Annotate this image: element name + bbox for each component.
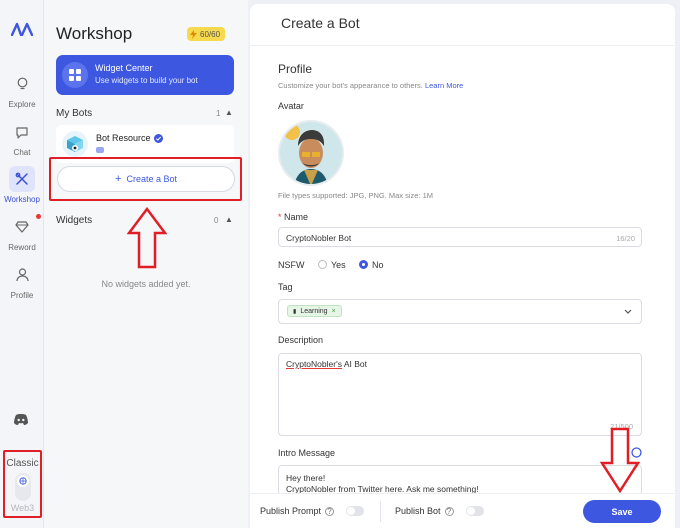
mode-classic-label[interactable]: Classic — [5, 458, 40, 469]
bulb-icon — [17, 77, 27, 90]
credit-count: 60/60 — [200, 29, 221, 39]
discord-icon[interactable] — [13, 413, 29, 427]
form-title: Create a Bot — [250, 4, 675, 46]
chevron-up-icon[interactable]: ▲ — [225, 215, 233, 224]
widget-grid-icon — [62, 62, 88, 88]
publish-prompt-toggle[interactable] — [346, 506, 365, 516]
bot-name: Bot Resource — [96, 133, 163, 143]
chevron-up-icon[interactable]: ▲ — [225, 108, 233, 117]
plus-icon: + — [115, 173, 122, 185]
avatar-hint: File types supported: JPG, PNG. Max size… — [278, 191, 434, 200]
name-input[interactable]: CryptoNobler Bot 16/20 — [278, 227, 642, 247]
create-bot-label: Create a Bot — [126, 174, 177, 184]
widgets-heading: Widgets — [56, 215, 93, 226]
nav-item-chat[interactable]: Chat — [0, 119, 44, 157]
nsfw-yes-label: Yes — [331, 260, 346, 270]
save-button[interactable]: Save — [583, 500, 661, 523]
widget-center-subtitle: Use widgets to build your bot — [95, 76, 198, 85]
description-textarea[interactable]: CryptoNobler's AI Bot 21/500 — [278, 353, 642, 436]
radio-on-icon — [359, 260, 368, 269]
mode-knob — [17, 475, 29, 487]
nav-item-explore[interactable]: Explore — [0, 71, 44, 109]
mode-switch-highlight: Classic Web3 — [3, 450, 42, 518]
intro-textarea[interactable]: Hey there! CryptoNobler from Twitter her… — [278, 465, 642, 495]
widget-center-title: Widget Center — [95, 63, 153, 73]
gem-icon — [15, 221, 29, 233]
nav-item-workshop[interactable]: Workshop — [0, 166, 44, 204]
widgets-count: 0 — [214, 216, 219, 225]
nav-label: Workshop — [4, 195, 40, 204]
description-link-text: CryptoNobler's — [286, 359, 342, 369]
nsfw-no-label: No — [372, 260, 384, 270]
divider — [380, 501, 381, 522]
person-icon — [15, 268, 29, 282]
publish-bot-label: Publish Bot — [395, 506, 441, 516]
bot-avatar — [62, 131, 88, 157]
panel-title: Workshop — [56, 24, 133, 43]
nsfw-label: NSFW — [278, 260, 305, 270]
credit-badge[interactable]: 60/60 — [187, 27, 226, 41]
nav-label: Profile — [10, 291, 34, 300]
notification-dot — [36, 214, 41, 219]
radio-off-icon — [318, 260, 327, 269]
bolt-icon — [190, 29, 197, 39]
tag-chip: ▮ Learning × — [287, 305, 342, 317]
intro-text: Hey there! CryptoNobler from Twitter her… — [286, 473, 479, 495]
nav-rail: Explore Chat Workshop Reword Profile Cla… — [0, 0, 44, 528]
arrow-down-annotation — [599, 427, 641, 494]
tools-icon — [15, 172, 28, 185]
mode-toggle[interactable] — [15, 473, 31, 501]
tag-chip-label: Learning — [300, 307, 328, 315]
profile-hint: Customize your bot's appearance to other… — [278, 81, 463, 90]
remove-tag-icon[interactable]: × — [332, 308, 336, 315]
bot-name-text: Bot Resource — [96, 133, 151, 143]
mode-web3-label[interactable]: Web3 — [5, 503, 40, 513]
help-icon[interactable]: ? — [444, 506, 454, 516]
tag-select[interactable]: ▮ Learning × — [278, 299, 642, 324]
learn-more-link[interactable]: Learn More — [425, 81, 463, 90]
profile-hint-text: Customize your bot's appearance to other… — [278, 81, 423, 90]
publish-prompt: Publish Prompt ? — [260, 506, 365, 516]
nav-item-profile[interactable]: Profile — [0, 262, 44, 300]
publish-bot-toggle[interactable] — [465, 506, 484, 516]
description-value: CryptoNobler's AI Bot — [286, 359, 367, 369]
name-input-value: CryptoNobler Bot — [286, 233, 352, 243]
arrow-up-annotation — [127, 207, 167, 269]
nav-label: Chat — [13, 148, 31, 157]
bot-tag-chip — [96, 147, 104, 153]
create-bot-button[interactable]: + Create a Bot — [57, 166, 235, 192]
avatar-label: Avatar — [278, 101, 304, 111]
nav-label: Explore — [8, 100, 36, 109]
intro-label: Intro Message — [278, 448, 336, 458]
description-rest-text: AI Bot — [341, 359, 367, 369]
create-bot-form: Create a Bot Profile Customize your bot'… — [250, 4, 675, 528]
name-counter: 16/20 — [616, 234, 635, 243]
help-icon[interactable]: ? — [325, 506, 335, 516]
description-label: Description — [278, 335, 324, 345]
name-label-text: Name — [284, 212, 309, 222]
create-bot-highlight: + Create a Bot — [49, 157, 242, 201]
chevron-down-icon[interactable] — [624, 309, 632, 315]
book-icon: ▮ — [293, 308, 297, 315]
intro-line: Hey there! — [286, 473, 326, 483]
empty-widgets-message: No widgets added yet. — [101, 279, 191, 289]
verified-icon — [153, 133, 163, 143]
my-bots-heading: My Bots — [56, 108, 93, 119]
nsfw-no-radio[interactable]: No — [359, 260, 384, 270]
widget-center-card[interactable]: Widget Center Use widgets to build your … — [56, 55, 234, 95]
nsfw-yes-radio[interactable]: Yes — [318, 260, 346, 270]
form-footer: Publish Prompt ? Publish Bot ? Save — [250, 493, 675, 528]
globe-icon — [19, 477, 27, 485]
app-logo[interactable] — [11, 22, 33, 36]
publish-bot: Publish Bot ? — [395, 506, 484, 516]
nav-item-reword[interactable]: Reword — [0, 214, 44, 252]
profile-heading: Profile — [278, 62, 313, 76]
my-bots-count: 1 — [216, 109, 221, 118]
name-label: * Name — [278, 212, 308, 222]
chat-icon — [16, 126, 28, 139]
bot-avatar-image[interactable] — [278, 120, 344, 186]
nav-label: Reword — [8, 243, 36, 252]
tag-label: Tag — [278, 282, 293, 292]
publish-prompt-label: Publish Prompt — [260, 506, 322, 516]
